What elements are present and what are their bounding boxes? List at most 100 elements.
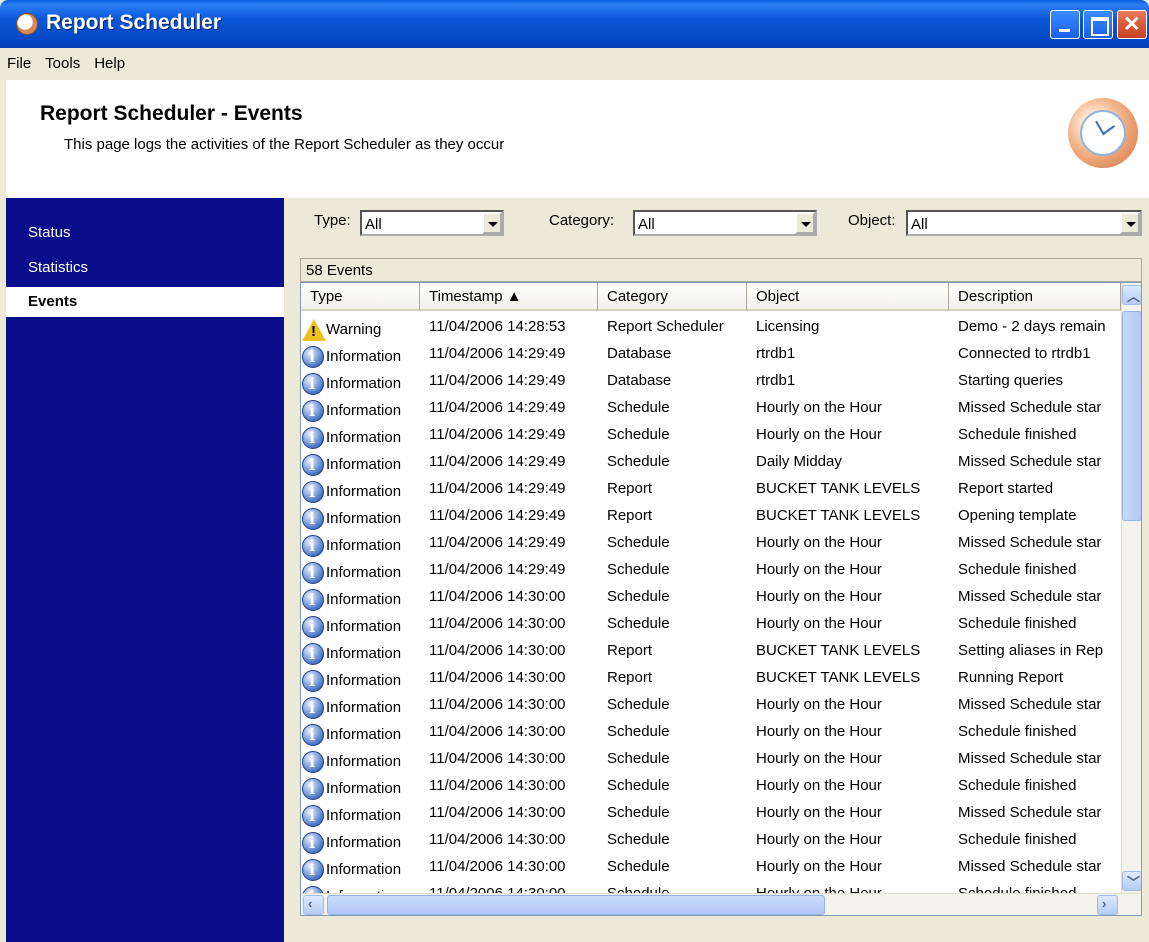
table-row[interactable]: Information 11/04/2006 14:29:49 Schedule Da… <box>301 449 1121 476</box>
menu-tools[interactable]: Tools <box>38 48 87 78</box>
type-label: Warning <box>326 321 382 338</box>
table-row[interactable]: Information 11/04/2006 14:30:00 Schedule Ho… <box>301 611 1121 638</box>
column-header-type[interactable]: Type <box>301 283 420 311</box>
page-header: Report Scheduler - Events This page logs… <box>6 80 1149 198</box>
cell-category: Report <box>607 669 653 686</box>
information-icon <box>302 804 324 827</box>
cell-object: rtrdb1 <box>756 372 796 389</box>
horizontal-scrollbar[interactable]: ‹ › <box>301 893 1141 915</box>
type-label: Information <box>326 834 402 851</box>
cell-description: Setting aliases in Rep <box>958 642 1104 659</box>
clock-icon <box>1068 98 1138 168</box>
type-label: Information <box>326 861 402 878</box>
information-icon <box>302 750 324 773</box>
type-label: Information <box>326 375 402 392</box>
scroll-right-button[interactable]: › <box>1097 895 1118 915</box>
table-row[interactable]: Information 11/04/2006 14:30:00 Schedule Ho… <box>301 827 1121 854</box>
column-header-category[interactable]: Category <box>598 283 747 311</box>
information-icon <box>302 588 324 611</box>
cell-type: Information <box>301 341 420 368</box>
category-filter-label: Category: <box>549 212 615 229</box>
cell-description: Missed Schedule star <box>958 750 1102 767</box>
category-filter-select[interactable]: All <box>633 210 817 236</box>
table-row[interactable]: Information 11/04/2006 14:29:49 Report BUCK… <box>301 503 1121 530</box>
cell-description: Missed Schedule star <box>958 804 1102 821</box>
cell-object: Hourly on the Hour <box>756 858 882 875</box>
cell-object: Hourly on the Hour <box>756 615 882 632</box>
object-filter-label: Object: <box>848 212 896 229</box>
title-bar[interactable]: Report Scheduler <box>0 0 1149 48</box>
table-row[interactable]: Information 11/04/2006 14:30:00 Report BUCK… <box>301 638 1121 665</box>
cell-type: Information <box>301 503 420 530</box>
maximize-button[interactable] <box>1083 10 1113 39</box>
table-row[interactable]: Information 11/04/2006 14:29:49 Schedule Ho… <box>301 395 1121 422</box>
cell-category: Schedule <box>607 453 670 470</box>
column-header-object[interactable]: Object <box>747 283 949 311</box>
table-row[interactable]: Information 11/04/2006 14:29:49 Schedule Ho… <box>301 422 1121 449</box>
table-row[interactable]: Information 11/04/2006 14:29:49 Report BUCK… <box>301 476 1121 503</box>
object-filter-value: All <box>911 216 928 233</box>
column-header-description[interactable]: Description <box>949 283 1121 311</box>
vertical-scrollbar[interactable]: ︿ ﹀ <box>1121 283 1141 893</box>
table-row[interactable]: Information 11/04/2006 14:30:00 Schedule Ho… <box>301 692 1121 719</box>
cell-timestamp: 11/04/2006 14:29:49 <box>429 372 566 389</box>
table-row[interactable]: Information 11/04/2006 14:30:00 Schedule Ho… <box>301 584 1121 611</box>
information-icon <box>302 723 324 746</box>
cell-object: Hourly on the Hour <box>756 723 882 740</box>
information-icon <box>302 831 324 854</box>
menu-file[interactable]: File <box>0 48 38 78</box>
cell-type: Information <box>301 530 420 557</box>
cell-category: Schedule <box>607 426 670 443</box>
type-filter-select[interactable]: All <box>360 210 504 236</box>
cell-object: BUCKET TANK LEVELS <box>756 669 921 686</box>
chevron-down-icon[interactable] <box>1120 212 1140 234</box>
cell-description: Missed Schedule star <box>958 534 1102 551</box>
cell-object: Hourly on the Hour <box>756 831 882 848</box>
horizontal-scroll-thumb[interactable] <box>327 895 825 915</box>
minimize-button[interactable] <box>1050 10 1080 39</box>
table-row[interactable]: Information 11/04/2006 14:30:00 Schedule Ho… <box>301 746 1121 773</box>
cell-object: BUCKET TANK LEVELS <box>756 507 921 524</box>
cell-category: Schedule <box>607 399 670 416</box>
scroll-down-button[interactable]: ﹀ <box>1122 871 1141 891</box>
cell-object: Hourly on the Hour <box>756 399 882 416</box>
chevron-down-icon[interactable] <box>795 212 815 234</box>
table-row[interactable]: Information 11/04/2006 14:30:00 Schedule Ho… <box>301 854 1121 881</box>
sidebar-item-events[interactable]: Events <box>6 287 284 317</box>
cell-object: Daily Midday <box>756 453 842 470</box>
cell-category: Schedule <box>607 696 670 713</box>
sidebar-item-statistics[interactable]: Statistics <box>6 253 284 283</box>
events-table[interactable]: Type Timestamp ▲ Category Object Descrip… <box>300 282 1142 916</box>
cell-type: Information <box>301 449 420 476</box>
information-icon <box>302 777 324 800</box>
scroll-up-button[interactable]: ︿ <box>1122 285 1141 305</box>
cell-type: Information <box>301 773 420 800</box>
cell-description: Schedule finished <box>958 561 1077 578</box>
close-button[interactable] <box>1117 10 1147 39</box>
scroll-left-button[interactable]: ‹ <box>303 895 324 915</box>
information-icon <box>302 696 324 719</box>
information-icon <box>302 426 324 449</box>
table-row[interactable]: Warning 11/04/2006 14:28:53 Report Schedul… <box>301 314 1121 341</box>
column-header-timestamp[interactable]: Timestamp ▲ <box>420 283 598 311</box>
table-row[interactable]: Information 11/04/2006 14:30:00 Report BUCK… <box>301 665 1121 692</box>
table-row[interactable]: Information 11/04/2006 14:29:49 Database rt… <box>301 368 1121 395</box>
information-icon <box>302 453 324 476</box>
table-row[interactable]: Information 11/04/2006 14:29:49 Schedule Ho… <box>301 530 1121 557</box>
cell-object: Hourly on the Hour <box>756 426 882 443</box>
table-row[interactable]: Information 11/04/2006 14:30:00 Schedule Ho… <box>301 800 1121 827</box>
menu-bar: File Tools Help <box>0 48 1149 78</box>
cell-timestamp: 11/04/2006 14:29:49 <box>429 399 566 416</box>
menu-help[interactable]: Help <box>87 48 132 78</box>
chevron-down-icon[interactable] <box>482 212 502 234</box>
object-filter-select[interactable]: All <box>906 210 1142 236</box>
table-row[interactable]: Information 11/04/2006 14:29:49 Database rt… <box>301 341 1121 368</box>
cell-timestamp: 11/04/2006 14:30:00 <box>429 723 566 740</box>
table-row[interactable]: Information 11/04/2006 14:30:00 Schedule Ho… <box>301 719 1121 746</box>
cell-timestamp: 11/04/2006 14:30:00 <box>429 696 566 713</box>
cell-type: Information <box>301 638 420 665</box>
table-row[interactable]: Information 11/04/2006 14:30:00 Schedule Ho… <box>301 773 1121 800</box>
table-row[interactable]: Information 11/04/2006 14:29:49 Schedule Ho… <box>301 557 1121 584</box>
sidebar-item-status[interactable]: Status <box>6 218 284 248</box>
scroll-thumb[interactable] <box>1122 311 1141 521</box>
